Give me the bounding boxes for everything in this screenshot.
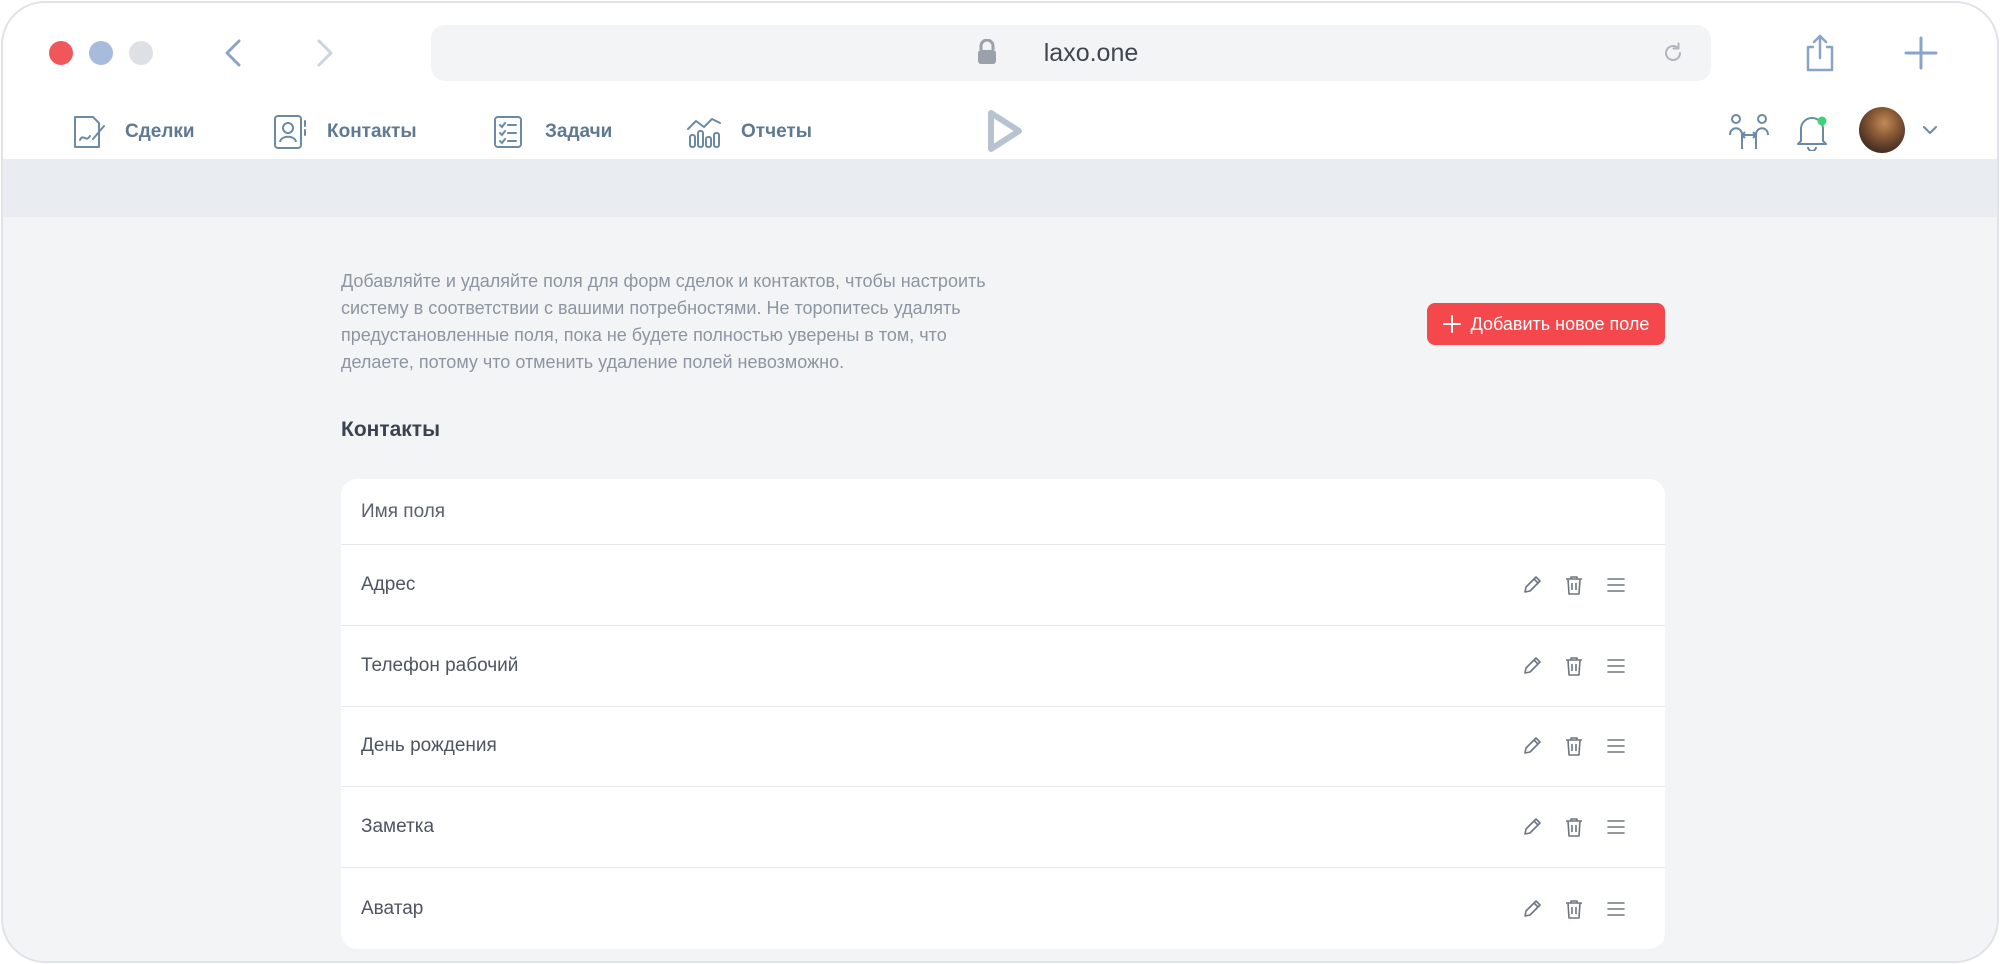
close-window-button[interactable] bbox=[49, 41, 73, 65]
back-icon[interactable] bbox=[215, 33, 255, 73]
drag-handle-icon[interactable] bbox=[1605, 816, 1627, 838]
header-banner bbox=[3, 159, 1997, 217]
table-header: Имя поля bbox=[341, 479, 1665, 545]
edit-pencil-icon[interactable] bbox=[1521, 898, 1543, 920]
fields-table: Имя поля Адрес Телефон рабочий День рожд… bbox=[341, 479, 1665, 949]
add-new-field-label: Добавить новое поле bbox=[1470, 313, 1650, 334]
plus-icon bbox=[1442, 315, 1461, 333]
browser-chrome: laxo.one bbox=[3, 3, 1997, 105]
field-name: Телефон рабочий bbox=[361, 654, 519, 676]
address-bar[interactable]: laxo.one bbox=[431, 25, 1711, 81]
column-header-field-name: Имя поля bbox=[361, 500, 446, 522]
share-icon[interactable] bbox=[1803, 33, 1837, 73]
nav-label-reports: Отчеты bbox=[741, 121, 812, 142]
table-row: Телефон рабочий bbox=[341, 626, 1665, 707]
trash-icon[interactable] bbox=[1563, 816, 1585, 838]
url-text: laxo.one bbox=[1043, 39, 1139, 67]
user-avatar[interactable] bbox=[1859, 107, 1905, 153]
edit-pencil-icon[interactable] bbox=[1521, 735, 1543, 757]
table-row: Заметка bbox=[341, 787, 1665, 869]
drag-handle-icon[interactable] bbox=[1605, 574, 1627, 596]
nav-item-reports[interactable]: Отчеты bbox=[685, 105, 812, 159]
minimize-window-button[interactable] bbox=[89, 41, 113, 65]
table-row: Адрес bbox=[341, 545, 1665, 626]
add-new-field-button[interactable]: Добавить новое поле bbox=[1427, 303, 1665, 345]
nav-item-tasks[interactable]: Задачи bbox=[489, 105, 612, 159]
nav-label-tasks: Задачи bbox=[545, 121, 613, 142]
drag-handle-icon[interactable] bbox=[1605, 735, 1627, 757]
field-name: День рождения bbox=[361, 735, 497, 757]
section-title: Контакты bbox=[341, 418, 441, 441]
laxo-logo[interactable] bbox=[983, 109, 1025, 153]
field-name: Адрес bbox=[361, 573, 416, 595]
trash-icon[interactable] bbox=[1563, 898, 1585, 920]
maximize-window-button[interactable] bbox=[129, 41, 153, 65]
table-row: Аватар bbox=[341, 868, 1665, 949]
notifications-bell-icon[interactable] bbox=[1795, 113, 1829, 151]
nav-item-contacts[interactable]: Контакты bbox=[271, 105, 417, 159]
edit-pencil-icon[interactable] bbox=[1521, 574, 1543, 596]
field-name: Заметка bbox=[361, 816, 435, 838]
reports-icon bbox=[687, 118, 721, 148]
nav-item-deals[interactable]: Сделки bbox=[69, 105, 195, 159]
app-navigation: Сделки Контакты Задачи Отчеты bbox=[3, 105, 1997, 159]
browser-window: laxo.one Сделки Контакты Задачи Отчеты Д… bbox=[1, 1, 1999, 963]
chevron-down-icon[interactable] bbox=[1921, 123, 1939, 137]
drag-handle-icon[interactable] bbox=[1605, 655, 1627, 677]
main-content: Добавляйте и удаляйте поля для форм сдел… bbox=[3, 217, 1997, 961]
trash-icon[interactable] bbox=[1563, 574, 1585, 596]
nav-label-contacts: Контакты bbox=[327, 121, 417, 142]
team-icon[interactable] bbox=[1727, 113, 1771, 151]
reload-icon[interactable] bbox=[1661, 41, 1685, 65]
deals-icon bbox=[74, 116, 105, 148]
nav-label-deals: Сделки bbox=[125, 121, 195, 142]
table-row: День рождения bbox=[341, 707, 1665, 788]
forward-icon[interactable] bbox=[303, 33, 343, 73]
drag-handle-icon[interactable] bbox=[1605, 898, 1627, 920]
new-tab-icon[interactable] bbox=[1903, 35, 1939, 71]
edit-pencil-icon[interactable] bbox=[1521, 816, 1543, 838]
contacts-icon bbox=[274, 115, 306, 149]
page-description: Добавляйте и удаляйте поля для форм сдел… bbox=[341, 271, 986, 372]
edit-pencil-icon[interactable] bbox=[1521, 655, 1543, 677]
trash-icon[interactable] bbox=[1563, 735, 1585, 757]
field-name: Аватар bbox=[361, 897, 424, 919]
tasks-icon bbox=[494, 116, 522, 148]
trash-icon[interactable] bbox=[1563, 655, 1585, 677]
